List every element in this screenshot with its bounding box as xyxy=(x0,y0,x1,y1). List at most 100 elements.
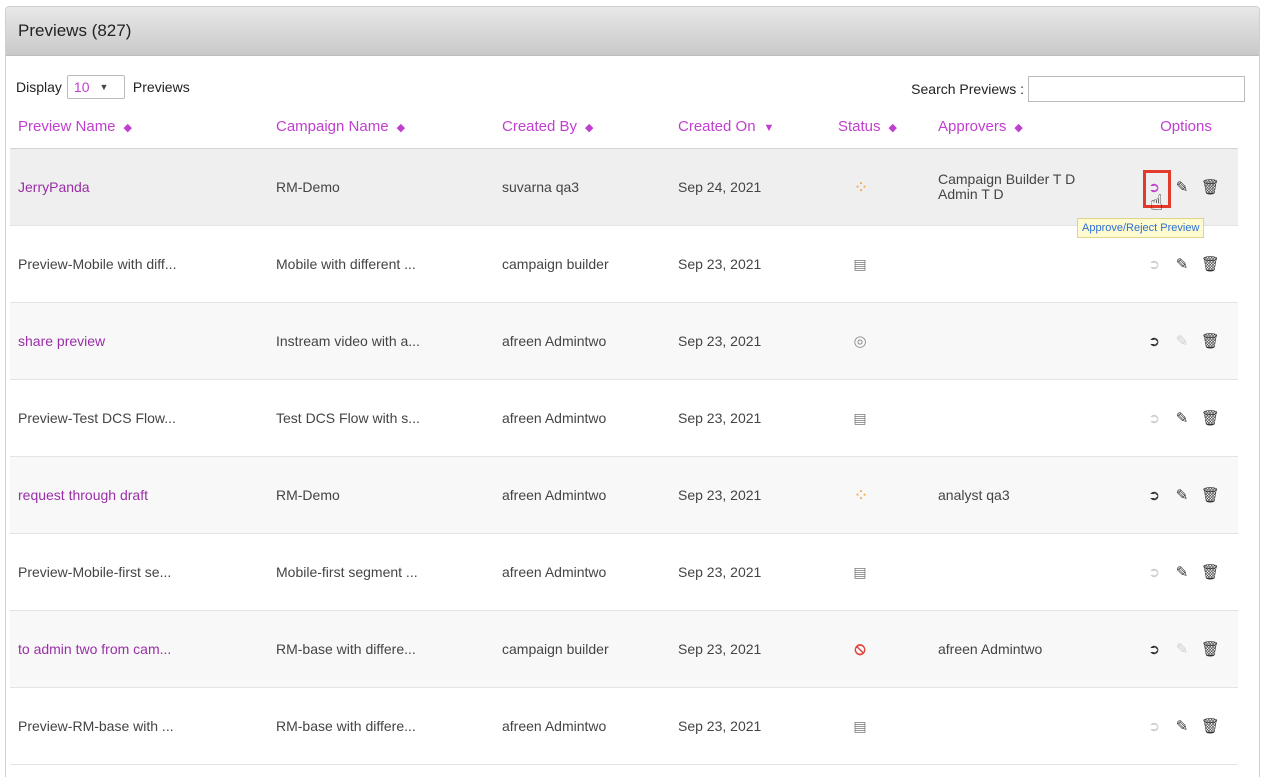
status-cell: ⦸ xyxy=(830,610,930,688)
options-cell: ➲ ✎ 🗑 xyxy=(1126,302,1238,380)
column-header-campaign-name[interactable]: Campaign Name ◆ xyxy=(268,104,494,149)
preview-name-cell[interactable]: JerryPanda xyxy=(10,148,268,226)
created-by-cell: afreen Admintwo xyxy=(494,302,670,380)
toolbar: Display 10 ▼ Previews Search Previews : xyxy=(6,65,1259,105)
options-cell: ➲ ✎ 🗑 xyxy=(1126,687,1238,765)
status-cell: ⁘ xyxy=(830,456,930,534)
previews-label: Previews xyxy=(132,79,190,95)
preview-name-cell: Preview-Mobile-first se... xyxy=(10,533,268,611)
submit-arrow-icon[interactable]: ➲ xyxy=(1145,487,1163,504)
created-on-cell: Sep 23, 2021 xyxy=(670,687,830,765)
trash-icon[interactable]: 🗑 xyxy=(1201,486,1220,504)
status-cell: ▤ xyxy=(830,379,930,457)
column-header-approvers[interactable]: Approvers ◆ xyxy=(930,104,1126,149)
column-header-created-on[interactable]: Created On ▼ xyxy=(670,104,830,149)
created-by-cell: suvarna qa3 xyxy=(494,148,670,226)
submit-arrow-icon[interactable]: ➲ xyxy=(1145,256,1163,273)
created-by-cell: campaign builder xyxy=(494,225,670,303)
display-label: Display xyxy=(16,79,62,95)
search-input[interactable] xyxy=(1028,76,1245,102)
ban-icon: ⦸ xyxy=(854,639,866,658)
document-icon: ▤ xyxy=(853,718,867,734)
trash-icon[interactable]: 🗑 xyxy=(1201,640,1220,658)
tooltip: Approve/Reject Preview xyxy=(1077,218,1205,238)
trash-icon[interactable]: 🗑 xyxy=(1201,409,1220,427)
page-size-value: 10 xyxy=(73,79,90,95)
options-cell: ➲ ✎ 🗑 xyxy=(1126,533,1238,611)
table-row: request through draft RM-Demo afreen Adm… xyxy=(10,456,1238,534)
approvers-cell: analyst qa3 xyxy=(930,456,1126,534)
options-cell: ➲ ✎ 🗑 xyxy=(1126,379,1238,457)
status-cell: ▤ xyxy=(830,533,930,611)
column-header-status[interactable]: Status ◆ xyxy=(830,104,930,149)
previews-table: Preview Name ◆ Campaign Name ◆ Created By ◆… xyxy=(10,104,1238,765)
submit-arrow-icon[interactable]: ➲ xyxy=(1145,718,1163,735)
document-icon: ▤ xyxy=(853,256,867,272)
submit-arrow-icon[interactable]: ➲ xyxy=(1145,410,1163,427)
created-by-cell: afreen Admintwo xyxy=(494,456,670,534)
status-cell: ⁘ xyxy=(830,148,930,226)
submit-arrow-icon[interactable]: ➲ xyxy=(1145,333,1163,350)
spinner-icon: ⁘ xyxy=(853,484,868,505)
trash-icon[interactable]: 🗑 xyxy=(1201,255,1220,273)
table-row: JerryPanda RM-Demo suvarna qa3 Sep 24, 2… xyxy=(10,148,1238,226)
campaign-name-cell: RM-base with differe... xyxy=(268,687,494,765)
submit-arrow-icon[interactable]: ➲ xyxy=(1145,564,1163,581)
pencil-icon[interactable]: ✎ xyxy=(1173,178,1191,196)
pencil-icon[interactable]: ✎ xyxy=(1173,563,1191,581)
campaign-name-cell: RM-base with differe... xyxy=(268,610,494,688)
table-row: to admin two from cam... RM-base with di… xyxy=(10,610,1238,688)
document-icon: ▤ xyxy=(853,410,867,426)
table-header-row: Preview Name ◆ Campaign Name ◆ Created By ◆… xyxy=(10,104,1238,149)
trash-icon[interactable]: 🗑 xyxy=(1201,563,1220,581)
pencil-icon[interactable]: ✎ xyxy=(1173,255,1191,273)
preview-name-cell[interactable]: to admin two from cam... xyxy=(10,610,268,688)
created-by-cell: afreen Admintwo xyxy=(494,687,670,765)
table-row: Preview-Mobile with diff... Mobile with … xyxy=(10,225,1238,303)
sort-icon: ◆ xyxy=(1014,121,1023,134)
table-row: Preview-Test DCS Flow... Test DCS Flow w… xyxy=(10,379,1238,457)
pencil-icon[interactable]: ✎ xyxy=(1173,717,1191,735)
created-on-cell: Sep 23, 2021 xyxy=(670,533,830,611)
created-on-cell: Sep 23, 2021 xyxy=(670,456,830,534)
status-cell: ◎ xyxy=(830,302,930,380)
trash-icon[interactable]: 🗑 xyxy=(1201,332,1220,350)
approver-name: Campaign Builder T D xyxy=(938,171,1076,187)
pencil-icon[interactable]: ✎ xyxy=(1173,332,1191,350)
preview-name-cell[interactable]: request through draft xyxy=(10,456,268,534)
approvers-cell: Campaign Builder T D Admin T D xyxy=(930,148,1126,226)
approvers-cell xyxy=(930,687,1126,765)
trash-icon[interactable]: 🗑 xyxy=(1201,178,1220,196)
trash-icon[interactable]: 🗑 xyxy=(1201,717,1220,735)
sort-icon: ◆ xyxy=(888,121,897,134)
chevron-down-icon: ▼ xyxy=(99,82,109,92)
column-header-created-by[interactable]: Created By ◆ xyxy=(494,104,670,149)
pencil-icon[interactable]: ✎ xyxy=(1173,640,1191,658)
sort-icon: ◆ xyxy=(396,121,406,134)
sort-descending-icon: ▼ xyxy=(763,121,775,134)
campaign-name-cell: Test DCS Flow with s... xyxy=(268,379,494,457)
created-on-cell: Sep 23, 2021 xyxy=(670,225,830,303)
pencil-icon[interactable]: ✎ xyxy=(1173,486,1191,504)
page-size-select[interactable]: 10 ▼ xyxy=(66,75,125,99)
created-by-cell: afreen Admintwo xyxy=(494,379,670,457)
options-cell: ➲ ✎ 🗑 xyxy=(1126,456,1238,534)
document-icon: ▤ xyxy=(853,564,867,580)
created-on-cell: Sep 23, 2021 xyxy=(670,379,830,457)
preview-name-cell[interactable]: share preview xyxy=(10,302,268,380)
column-header-preview-name[interactable]: Preview Name ◆ xyxy=(10,104,268,149)
submit-arrow-icon[interactable]: ➲ xyxy=(1145,641,1163,658)
preview-name-cell: Preview-Mobile with diff... xyxy=(10,225,268,303)
status-cell: ▤ xyxy=(830,225,930,303)
pencil-icon[interactable]: ✎ xyxy=(1173,409,1191,427)
search-label: Search Previews : xyxy=(911,81,1024,97)
approvers-cell xyxy=(930,533,1126,611)
approver-name: analyst qa3 xyxy=(938,486,1010,503)
search-control: Search Previews : xyxy=(911,76,1245,102)
campaign-name-cell: RM-Demo xyxy=(268,148,494,226)
approvers-cell: afreen Admintwo xyxy=(930,610,1126,688)
campaign-name-cell: RM-Demo xyxy=(268,456,494,534)
column-header-options: Options xyxy=(1126,104,1238,149)
preview-name-cell: Preview-RM-base with ... xyxy=(10,687,268,765)
approver-name: afreen Admintwo xyxy=(938,640,1043,657)
